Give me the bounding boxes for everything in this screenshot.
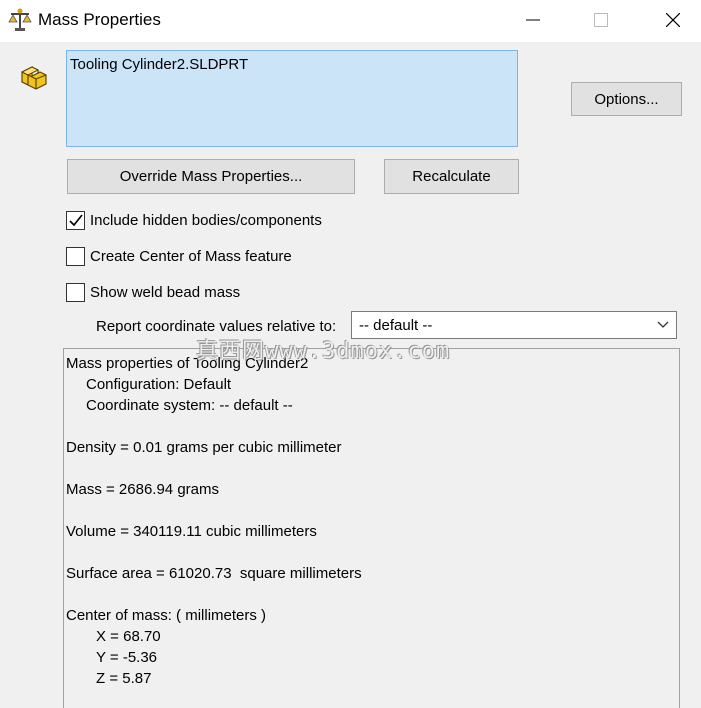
configuration-line: Configuration: Default xyxy=(86,376,232,393)
part-icon xyxy=(18,58,48,90)
checkbox-label: Include hidden bodies/components xyxy=(90,211,322,229)
volume-line: Volume = 340119.11 cubic millimeters xyxy=(66,523,317,540)
checkbox-label: Show weld bead mass xyxy=(90,283,241,301)
create-center-of-mass-checkbox[interactable] xyxy=(66,246,85,266)
center-y-line: Y = -5.36 xyxy=(96,649,158,666)
close-button[interactable] xyxy=(650,0,696,42)
options-button[interactable]: Options... xyxy=(571,82,682,116)
close-icon xyxy=(666,13,680,27)
watermark: 真西网www.3dmox.com xyxy=(196,339,451,364)
maximize-button[interactable] xyxy=(578,0,624,42)
surface-area-line: Surface area = 61020.73 square millimete… xyxy=(66,565,362,582)
mass-line: Mass = 2686.94 grams xyxy=(66,481,219,498)
dropdown-value: -- default -- xyxy=(359,317,433,334)
checkmark-icon xyxy=(69,214,83,226)
list-item[interactable]: Tooling Cylinder2.SLDPRT xyxy=(70,56,248,73)
include-hidden-bodies-checkbox[interactable] xyxy=(66,210,85,230)
center-of-mass-line: Center of mass: ( millimeters ) xyxy=(66,607,267,624)
window-title: Mass Properties xyxy=(38,10,161,29)
maximize-icon xyxy=(594,13,608,27)
density-line: Density = 0.01 grams per cubic millimete… xyxy=(66,439,342,456)
minimize-button[interactable] xyxy=(510,0,556,42)
recalculate-button[interactable]: Recalculate xyxy=(384,159,519,194)
results-panel[interactable]: Mass properties of Tooling Cylinder2 Con… xyxy=(63,348,680,708)
chevron-down-icon xyxy=(657,321,669,328)
create-center-of-mass-option[interactable]: Create Center of Mass feature xyxy=(66,246,292,266)
minimize-icon xyxy=(526,19,540,21)
coordinate-system-line: Coordinate system: -- default -- xyxy=(86,397,293,414)
include-hidden-bodies-option[interactable]: Include hidden bodies/components xyxy=(66,210,322,230)
show-weld-bead-mass-option[interactable]: Show weld bead mass xyxy=(66,282,240,302)
checkbox-label: Create Center of Mass feature xyxy=(90,247,292,265)
override-mass-properties-button[interactable]: Override Mass Properties... xyxy=(67,159,355,194)
center-x-line: X = 68.70 xyxy=(96,628,161,645)
mass-properties-icon xyxy=(8,7,32,33)
title-bar[interactable]: Mass Properties xyxy=(0,0,701,42)
show-weld-bead-mass-checkbox[interactable] xyxy=(66,282,85,302)
center-z-line: Z = 5.87 xyxy=(96,670,152,687)
selected-parts-list[interactable]: Tooling Cylinder2.SLDPRT xyxy=(66,50,518,147)
